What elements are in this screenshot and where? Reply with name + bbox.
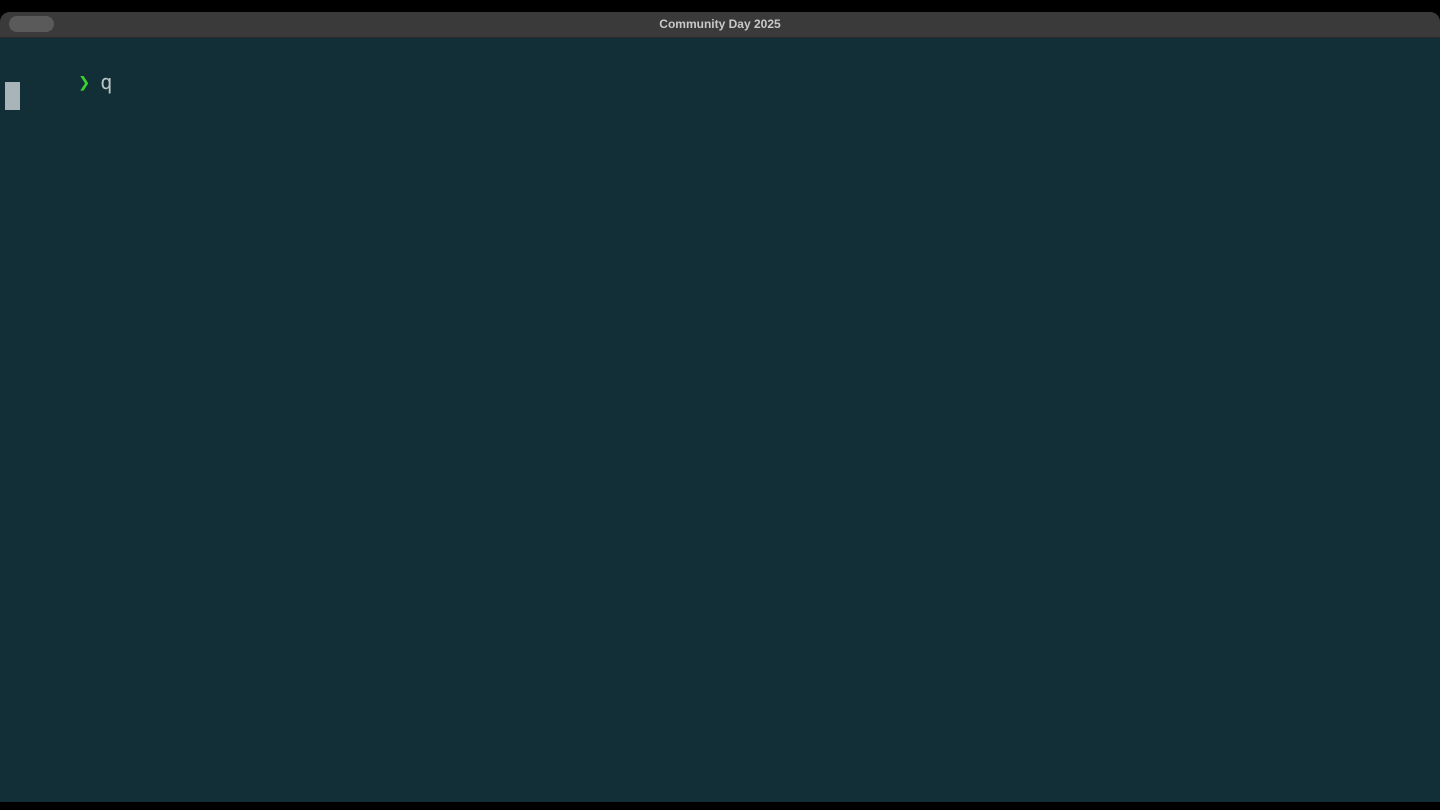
title-bar[interactable]: Community Day 2025 — [0, 12, 1440, 38]
prompt-icon: ❯ — [78, 70, 91, 94]
command-text: q — [100, 70, 113, 94]
terminal-content[interactable]: ❯ q — [0, 38, 1440, 802]
terminal-window: Community Day 2025 ❯ q — [0, 12, 1440, 802]
command-line: ❯ q — [6, 46, 112, 94]
window-title: Community Day 2025 — [659, 17, 781, 31]
text-cursor — [5, 82, 20, 110]
